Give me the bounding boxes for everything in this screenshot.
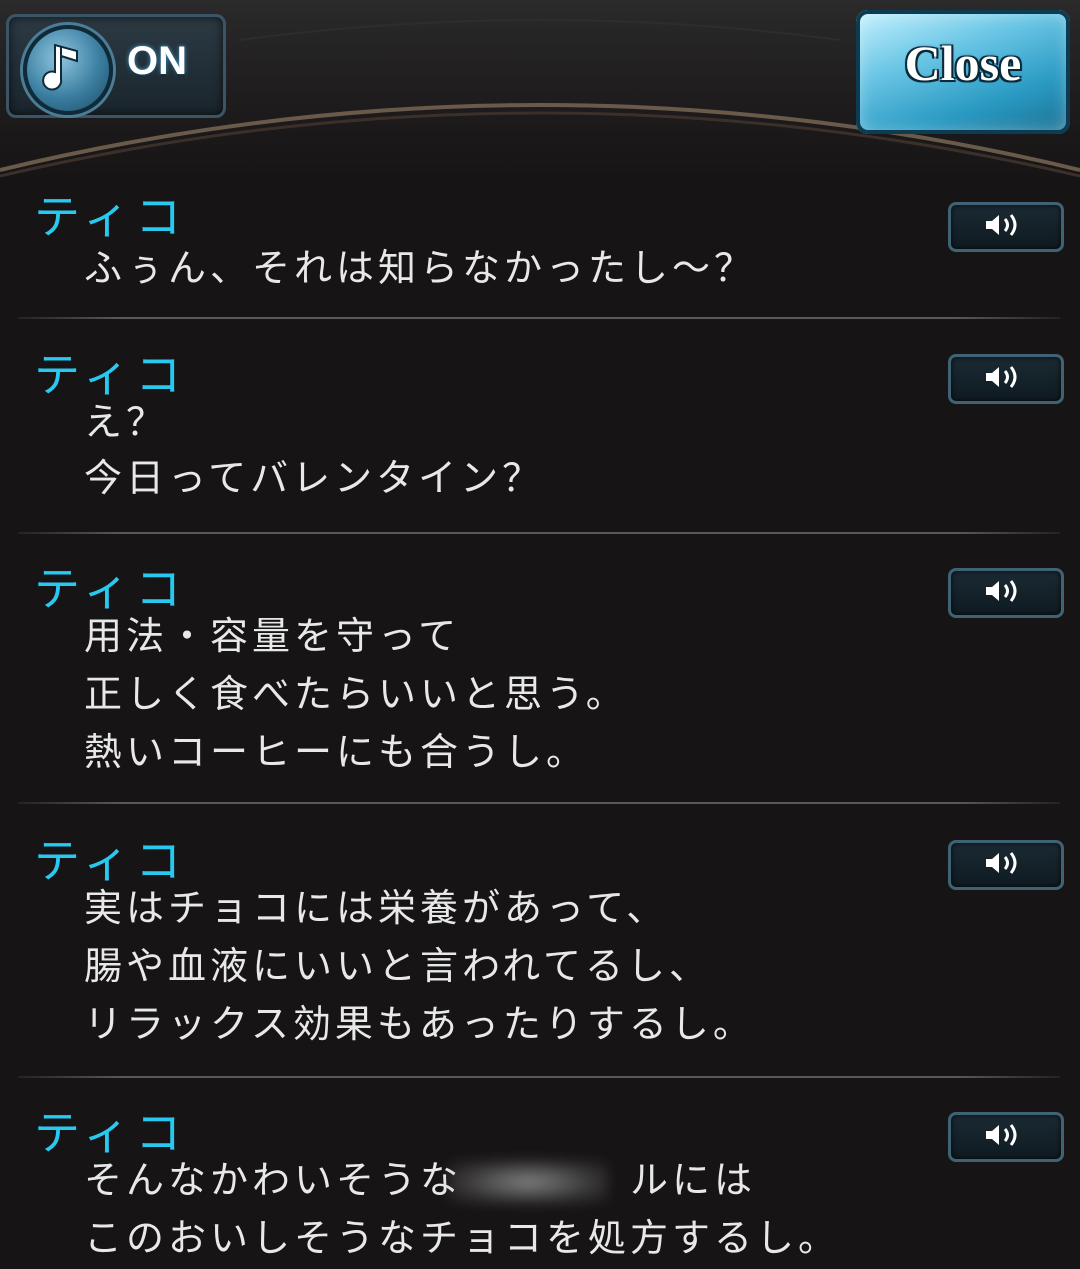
speaker-icon [986,366,1017,388]
music-state-label: ON [127,39,187,83]
speaker-name: ティコ [34,190,188,244]
dialogue-line: 実はチョコには栄養があって、 [84,886,669,930]
voice-replay-button[interactable] [948,1112,1064,1162]
dialogue-line: 正しく食べたらいいと思う。 [84,672,628,716]
divider [18,532,1060,534]
close-button[interactable]: Close [856,10,1070,134]
voice-replay-button[interactable] [948,568,1064,618]
close-label: Close [904,35,1022,91]
divider [18,317,1060,319]
speaker-icon [986,580,1017,602]
speaker-icon [986,852,1017,874]
dialogue-line: 熱いコーヒーにも合うし。 [84,730,589,774]
voice-replay-button[interactable] [948,840,1064,890]
dialogue-log-list[interactable]: ティコ ふぅん、それは知らなかったし～？ ティコ え？ 今日ってバレンタイン？ [0,180,1080,1269]
divider [18,802,1060,804]
music-note-icon [23,25,113,115]
dialogue-line: このおいしそうなチョコを処方するし。 [84,1216,841,1260]
voice-replay-button[interactable] [948,202,1064,252]
dialogue-line: リラックス効果もあったりするし。 [84,1002,755,1046]
dialogue-line: そんなかわいそうな ルには [84,1158,757,1202]
backlog-screen: ON Close ティコ ふぅん、それは知らなかったし～？ ティコ え？ 今日っ… [0,0,1080,1269]
speaker-icon [986,1124,1017,1146]
dialogue-line: ふぅん、それは知らなかったし～？ [84,246,757,290]
speaker-name: ティコ [34,834,188,888]
dialogue-line: 用法・容量を守って [84,614,461,658]
blurred-text-patch [448,1160,608,1204]
divider [18,1076,1060,1078]
voice-replay-button[interactable] [948,354,1064,404]
dialogue-line: え？ [84,400,169,444]
music-toggle-button[interactable]: ON [6,14,226,118]
speaker-name: ティコ [34,348,188,402]
speaker-icon [986,214,1017,236]
speaker-name: ティコ [34,562,188,616]
dialogue-line: 今日ってバレンタイン？ [84,456,545,500]
header-bar: ON Close [0,0,1080,180]
dialogue-line: 腸や血液にいいと言われてるし、 [84,944,711,988]
speaker-name: ティコ [34,1106,188,1160]
